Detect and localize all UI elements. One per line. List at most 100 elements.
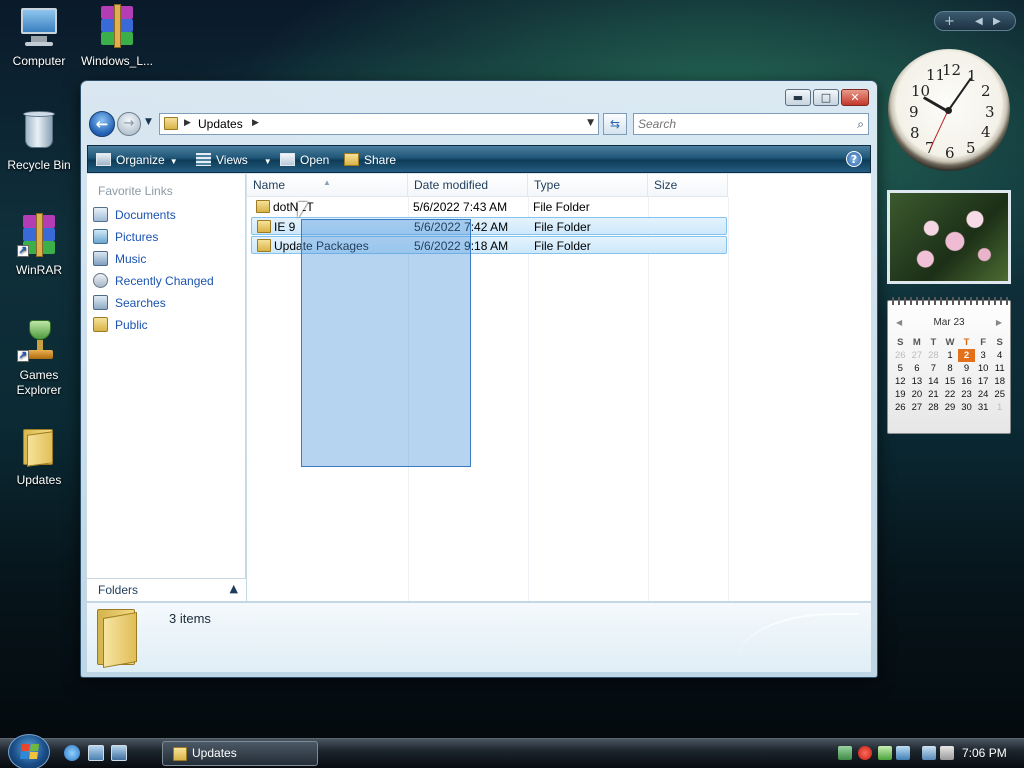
next-month-icon[interactable]: ▶: [996, 318, 1002, 327]
calendar-gadget[interactable]: ◀ Mar 23 ▶ S M T W T F S 26 27 28 1 2 3 …: [887, 297, 1011, 434]
calendar-day[interactable]: 6: [909, 362, 926, 375]
calendar-day[interactable]: 29: [942, 401, 959, 414]
calendar-day[interactable]: 4: [991, 349, 1008, 362]
tray-checkmark-icon[interactable]: [878, 746, 892, 760]
next-icon[interactable]: ▶: [993, 13, 1001, 30]
calendar-day[interactable]: 5: [892, 362, 909, 375]
calendar-day[interactable]: 8: [942, 362, 959, 375]
search-box[interactable]: ⌕: [633, 113, 869, 135]
desktop-icon-computer[interactable]: Computer: [1, 4, 77, 69]
calendar-day[interactable]: 28: [925, 401, 942, 414]
folders-toggle[interactable]: Folders ▲: [87, 578, 246, 601]
nav-link-documents[interactable]: Documents: [93, 206, 176, 224]
calendar-day[interactable]: 30: [958, 401, 975, 414]
desktop-icon-winrar[interactable]: ↗ WinRAR: [1, 213, 77, 278]
search-input[interactable]: [638, 116, 838, 132]
calendar-day[interactable]: 14: [925, 375, 942, 388]
calendar-day[interactable]: 26: [892, 349, 909, 362]
calendar-day[interactable]: 31: [975, 401, 992, 414]
slideshow-gadget[interactable]: [887, 190, 1011, 284]
breadcrumb-arrow-icon[interactable]: ▶: [184, 118, 191, 128]
back-button[interactable]: ←: [89, 111, 115, 137]
calendar-day[interactable]: 9: [958, 362, 975, 375]
calendar-day[interactable]: 17: [975, 375, 992, 388]
file-list[interactable]: Name ▲ Date modified Type Size dotNET 5/6…: [247, 174, 871, 601]
tray-app-icon[interactable]: [896, 746, 910, 760]
refresh-button[interactable]: ⇆: [603, 113, 627, 135]
column-header-name[interactable]: Name ▲: [247, 174, 408, 197]
calendar-day[interactable]: 1: [991, 401, 1008, 414]
calendar-day[interactable]: 21: [925, 388, 942, 401]
desktop-icon-recycle-bin[interactable]: Recycle Bin: [1, 108, 77, 173]
help-button[interactable]: ?: [846, 151, 862, 167]
calendar-day[interactable]: 27: [909, 349, 926, 362]
volume-muted-icon[interactable]: [940, 746, 954, 760]
security-alert-icon[interactable]: [858, 746, 872, 760]
calendar-day[interactable]: 11: [991, 362, 1008, 375]
desktop-icon-updates[interactable]: Updates: [1, 423, 77, 488]
calendar-day[interactable]: 7: [925, 362, 942, 375]
calendar-day[interactable]: 16: [958, 375, 975, 388]
file-row-dotnet[interactable]: dotNET 5/6/2022 7:43 AM File Folder: [251, 198, 727, 216]
calendar-day[interactable]: 27: [909, 401, 926, 414]
search-icon[interactable]: ⌕: [857, 117, 864, 132]
taskbar-clock[interactable]: 7:06 PM: [962, 746, 1007, 760]
address-bar[interactable]: ▶ Updates ▶ ▼: [159, 113, 599, 135]
calendar-day[interactable]: 26: [892, 401, 909, 414]
organize-button[interactable]: Organize ▼: [96, 151, 178, 169]
calendar-day[interactable]: 3: [975, 349, 992, 362]
nav-link-music[interactable]: Music: [93, 250, 146, 268]
switch-windows-icon[interactable]: [111, 745, 127, 761]
calendar-day[interactable]: 22: [942, 388, 959, 401]
minimize-icon: ▬: [792, 91, 804, 104]
internet-explorer-icon[interactable]: [64, 745, 80, 761]
calendar-day-today[interactable]: 2: [958, 349, 975, 362]
views-button[interactable]: Views ▼: [196, 151, 272, 169]
calendar-day[interactable]: 23: [958, 388, 975, 401]
previous-icon[interactable]: ◀: [975, 13, 983, 30]
column-header-type[interactable]: Type: [528, 174, 648, 197]
clock-gadget[interactable]: 12 11 1 10 2 9 3 8 4 7 5 6: [888, 49, 1010, 171]
column-divider: [528, 197, 529, 601]
calendar-day[interactable]: 1: [942, 349, 959, 362]
column-header-date-modified[interactable]: Date modified: [408, 174, 528, 197]
shortcut-arrow-icon: ↗: [17, 245, 29, 257]
calendar-day[interactable]: 19: [892, 388, 909, 401]
open-button[interactable]: Open: [280, 151, 329, 169]
calendar-day[interactable]: 24: [975, 388, 992, 401]
share-button[interactable]: Share: [344, 151, 396, 169]
nav-link-pictures[interactable]: Pictures: [93, 228, 158, 246]
address-dropdown-icon[interactable]: ▼: [587, 118, 594, 128]
desktop-icon-windows-l[interactable]: Windows_L...: [79, 4, 155, 69]
network-icon[interactable]: [922, 746, 936, 760]
views-icon: [196, 153, 211, 166]
calendar-day[interactable]: 15: [942, 375, 959, 388]
calendar-day[interactable]: 28: [925, 349, 942, 362]
open-icon: [280, 153, 295, 166]
column-header-size[interactable]: Size: [648, 174, 728, 197]
nav-link-public[interactable]: Public: [93, 316, 148, 334]
recent-pages-dropdown[interactable]: ▼: [145, 117, 155, 129]
taskbar-button-updates[interactable]: Updates: [162, 741, 318, 766]
column-header-label: Date modified: [414, 178, 489, 192]
nav-link-searches[interactable]: Searches: [93, 294, 166, 312]
forward-button[interactable]: →: [117, 112, 141, 136]
calendar-day[interactable]: 12: [892, 375, 909, 388]
tray-app-icon[interactable]: [838, 746, 852, 760]
desktop-icon-games-explorer[interactable]: ↗ Games Explorer: [1, 318, 77, 398]
calendar-day[interactable]: 20: [909, 388, 926, 401]
calendar-day[interactable]: 18: [991, 375, 1008, 388]
nav-link-recently-changed[interactable]: Recently Changed: [93, 272, 214, 290]
breadcrumb-updates[interactable]: Updates: [198, 117, 243, 131]
calendar-day[interactable]: 25: [991, 388, 1008, 401]
chevron-up-icon: ▲: [229, 582, 238, 595]
add-gadget-icon[interactable]: +: [944, 13, 955, 30]
start-button[interactable]: [8, 734, 50, 768]
calendar-day[interactable]: 13: [909, 375, 926, 388]
minimize-button[interactable]: ▬: [785, 89, 811, 106]
calendar-day[interactable]: 10: [975, 362, 992, 375]
maximize-button[interactable]: □: [813, 89, 839, 106]
close-button[interactable]: ✕: [841, 89, 869, 106]
show-desktop-icon[interactable]: [88, 745, 104, 761]
breadcrumb-arrow-icon[interactable]: ▶: [252, 118, 259, 128]
